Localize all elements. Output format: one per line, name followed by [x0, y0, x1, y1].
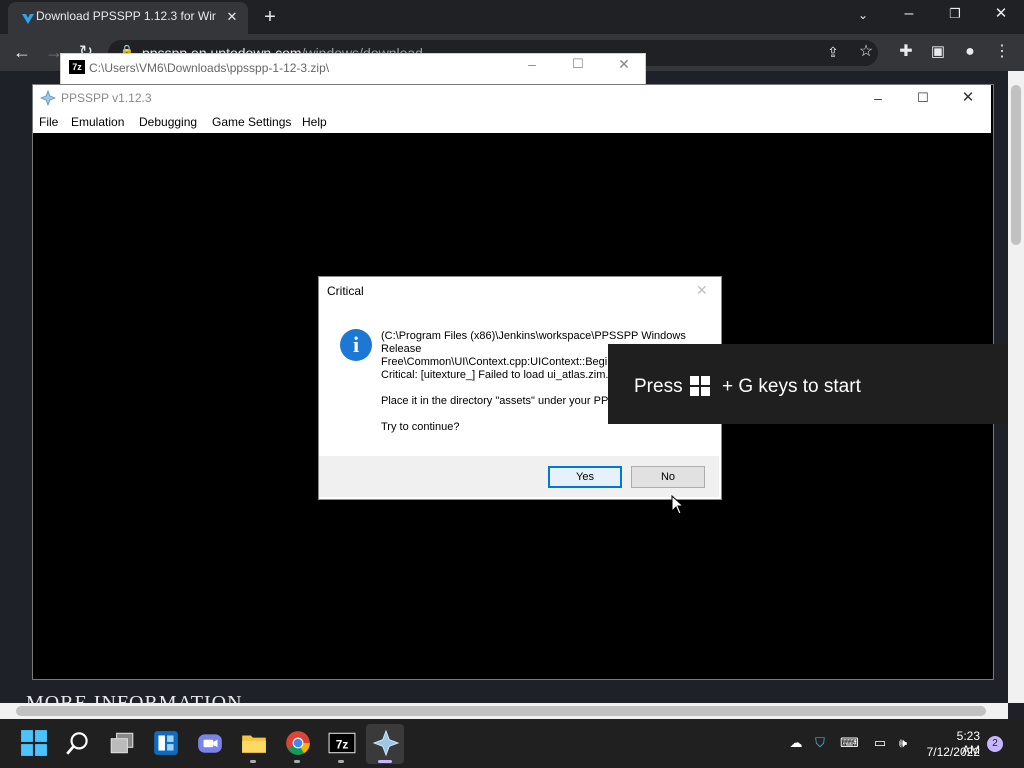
dialog-question: Try to continue? [381, 421, 460, 433]
keyboard-icon[interactable]: ⌨ [840, 735, 859, 751]
close-icon[interactable]: ✕ [989, 2, 1013, 26]
start-icon[interactable] [20, 729, 48, 757]
7zip-close-icon[interactable]: ✕ [609, 56, 639, 73]
widgets-icon[interactable] [152, 729, 180, 757]
horizontal-scroll-thumb[interactable] [16, 706, 986, 716]
file-explorer-icon[interactable] [240, 729, 268, 757]
restore-icon[interactable]: ❐ [943, 2, 967, 26]
dialog-message-line: Critical: [uitexture_] Failed to load ui… [381, 369, 609, 381]
menu-help[interactable]: Help [302, 115, 327, 129]
svg-text:7z: 7z [336, 737, 349, 751]
profile-icon[interactable]: ● [958, 40, 982, 64]
notification-badge[interactable]: 2 [987, 736, 1003, 752]
browser-tab-title: Download PPSSPP 1.12.3 for Win [36, 9, 216, 23]
menu-debugging[interactable]: Debugging [139, 115, 197, 129]
menu-emulation[interactable]: Emulation [71, 115, 124, 129]
menu-file[interactable]: File [39, 115, 58, 129]
ppsspp-minimize-icon[interactable]: – [855, 85, 901, 111]
ppsspp-close-icon[interactable]: ✕ [945, 85, 991, 111]
bookmark-star-icon[interactable]: ☆ [854, 40, 878, 64]
share-icon[interactable]: ⇪ [821, 40, 845, 64]
menu-kebab-icon[interactable]: ⋮ [990, 40, 1014, 64]
7zip-maximize-icon[interactable]: ☐ [563, 56, 593, 72]
7zip-window-title: C:\Users\VM6\Downloads\ppsspp-1-12-3.zip… [89, 61, 330, 75]
onedrive-offline-icon[interactable]: ☁ [788, 735, 804, 751]
network-icon[interactable]: ▭ [872, 735, 888, 751]
volume-icon[interactable]: 🕪 [895, 735, 911, 751]
security-warning-icon[interactable]: ⛉ [812, 735, 828, 751]
clock-date[interactable]: 7/12/2022 [926, 745, 980, 759]
active-indicator [378, 760, 392, 763]
back-icon[interactable]: ← [10, 40, 34, 64]
ppsspp-maximize-icon[interactable]: ☐ [900, 85, 946, 111]
new-tab-button[interactable]: + [258, 5, 282, 29]
uptodown-favicon-icon [22, 14, 34, 24]
7zip-icon[interactable]: 7z [328, 729, 356, 757]
no-button[interactable]: No [631, 466, 705, 488]
dialog-close-icon[interactable]: ✕ [696, 282, 708, 299]
7zip-app-icon: 7z [69, 60, 85, 74]
tab-search-icon[interactable]: ⌄ [851, 3, 875, 27]
task-view-icon[interactable] [108, 729, 136, 757]
teams-chat-icon[interactable] [196, 729, 224, 757]
toast-prefix: Press [634, 376, 683, 397]
tab-close-icon[interactable]: ✕ [220, 5, 244, 29]
side-panel-icon[interactable]: ▣ [926, 40, 950, 64]
menu-game-settings[interactable]: Game Settings [212, 115, 291, 129]
yes-button[interactable]: Yes [548, 466, 622, 488]
7zip-minimize-icon[interactable]: – [517, 56, 547, 72]
search-icon[interactable] [64, 729, 92, 757]
dialog-message-line: (C:\Program Files (x86)\Jenkins\workspac… [381, 330, 686, 342]
minimize-icon[interactable]: – [897, 2, 921, 26]
running-indicator [250, 760, 256, 763]
dialog-message-line: Release [381, 343, 422, 355]
ppsspp-icon[interactable] [372, 729, 400, 757]
chrome-icon[interactable] [284, 729, 312, 757]
running-indicator [294, 760, 300, 763]
extensions-icon[interactable]: ✚ [894, 40, 918, 64]
info-icon: i [340, 329, 372, 361]
ppsspp-app-icon [40, 90, 56, 106]
windows-key-icon [690, 376, 710, 396]
mouse-cursor-icon [671, 495, 685, 515]
vertical-scroll-thumb[interactable] [1011, 85, 1021, 245]
ppsspp-titlebar[interactable]: PPSSPP v1.12.3 – ☐ ✕ [33, 85, 991, 111]
dialog-title: Critical [327, 284, 364, 298]
toast-suffix: + G keys to start [722, 376, 861, 397]
running-indicator [338, 760, 344, 763]
ppsspp-window-title: PPSSPP v1.12.3 [61, 91, 152, 105]
